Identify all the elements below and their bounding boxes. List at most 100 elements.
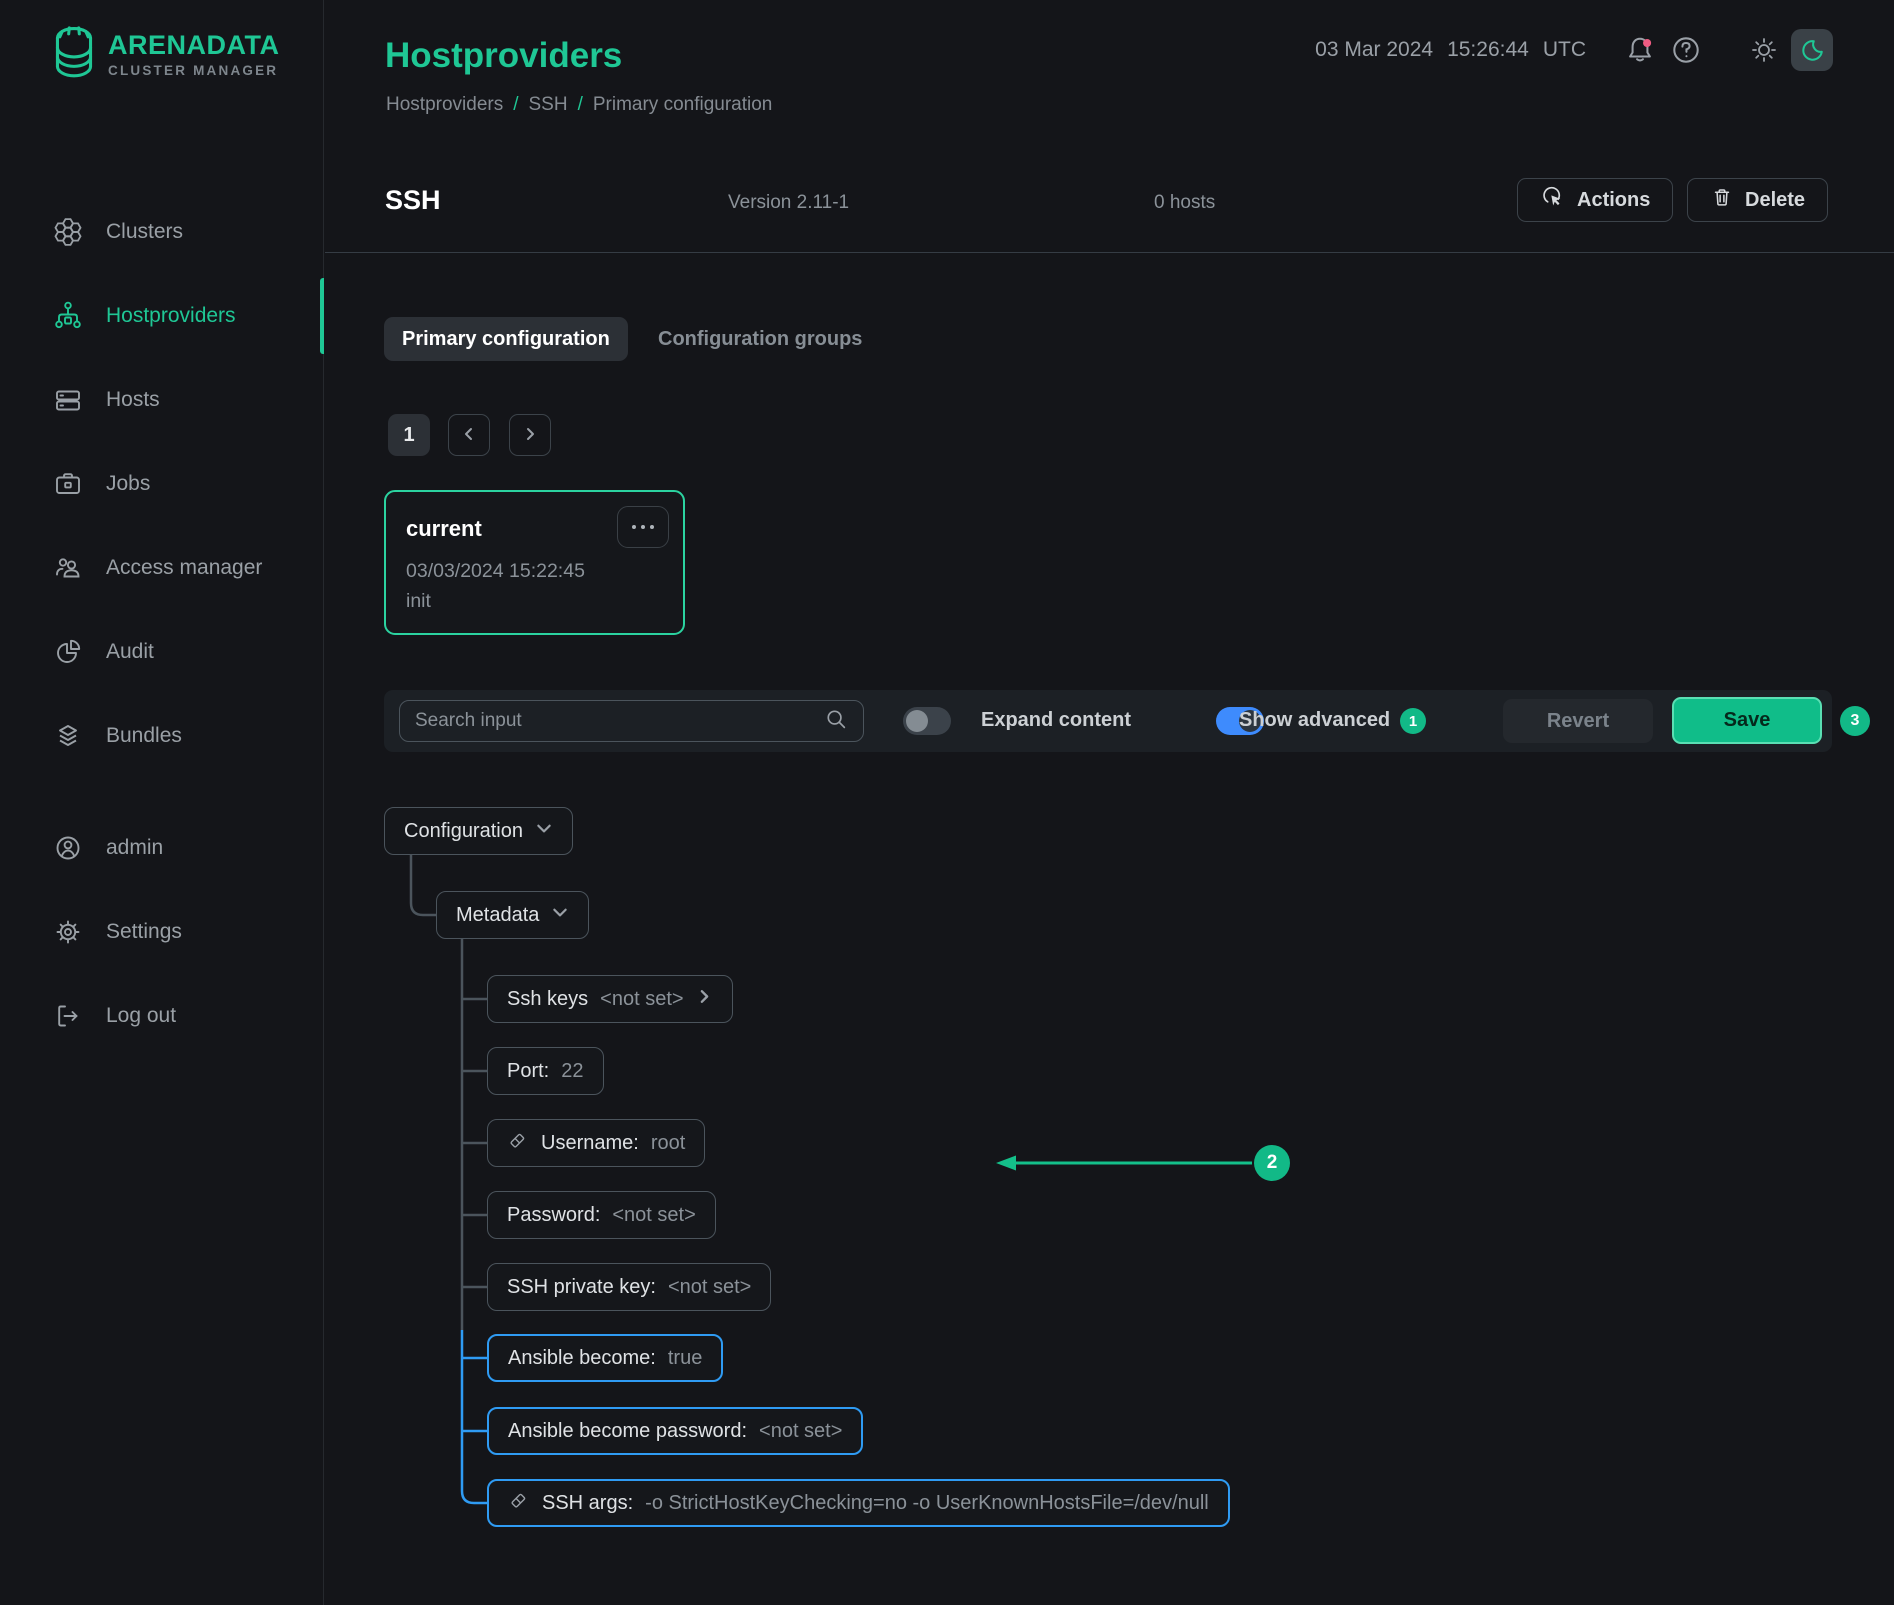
clusters-icon <box>52 216 84 248</box>
field-label: Ssh keys <box>507 988 588 1011</box>
tab-primary-configuration[interactable]: Primary configuration <box>384 317 628 361</box>
sidebar-item-logout[interactable]: Log out <box>0 974 324 1058</box>
entity-hosts-count: 0 hosts <box>1154 192 1215 214</box>
sidebar-item-access-manager[interactable]: Access manager <box>0 526 324 610</box>
revert-button[interactable]: Revert <box>1503 699 1653 743</box>
datetime: 03 Mar 2024 15:26:44 UTC <box>1315 38 1586 62</box>
field-value: <not set> <box>600 988 683 1011</box>
chevron-down-icon <box>551 903 569 927</box>
sidebar-item-clusters[interactable]: Clusters <box>0 190 324 274</box>
sidebar-item-bundles[interactable]: Bundles <box>0 694 324 778</box>
database-logo-icon <box>48 20 100 87</box>
breadcrumb-item[interactable]: Hostproviders <box>386 94 503 116</box>
light-theme-sun-icon[interactable] <box>1748 34 1780 66</box>
dark-theme-moon-icon[interactable] <box>1791 29 1833 71</box>
tree-field-ssh-private-key[interactable]: SSH private key: <not set> <box>487 1263 771 1311</box>
expand-content-label: Expand content <box>981 709 1131 732</box>
tree-node-configuration[interactable]: Configuration <box>384 807 573 855</box>
breadcrumb: Hostproviders / SSH / Primary configurat… <box>386 94 772 116</box>
sidebar-item-audit[interactable]: Audit <box>0 610 324 694</box>
annotation-step-badge: 2 <box>1254 1145 1290 1181</box>
annotation-arrow <box>990 1148 1260 1178</box>
header-divider <box>325 252 1894 253</box>
pagination-page-1[interactable]: 1 <box>388 414 430 456</box>
tree-field-port[interactable]: Port: 22 <box>487 1047 604 1095</box>
field-value: 22 <box>561 1060 583 1083</box>
brand-name: ARENADATA <box>108 30 279 61</box>
tree-field-username[interactable]: Username: root <box>487 1119 705 1167</box>
hostproviders-icon <box>52 300 84 332</box>
config-version-card-current[interactable]: current 03/03/2024 15:22:45 init <box>384 490 685 635</box>
eraser-icon <box>507 1129 529 1157</box>
node-label: Metadata <box>456 904 539 927</box>
tree-field-ansible-become[interactable]: Ansible become: true <box>487 1334 723 1382</box>
chevron-down-icon <box>535 819 553 843</box>
sidebar-item-settings[interactable]: Settings <box>0 890 324 974</box>
time-text: 15:26:44 <box>1447 38 1529 62</box>
sidebar-item-label: Settings <box>106 920 182 944</box>
sidebar-item-hostproviders[interactable]: Hostproviders <box>0 274 324 358</box>
sidebar-item-hosts[interactable]: Hosts <box>0 358 324 442</box>
bundles-icon <box>52 720 84 752</box>
sidebar: ARENADATA CLUSTER MANAGER Clusters Hos <box>0 0 324 1605</box>
delete-button-label: Delete <box>1745 189 1805 212</box>
entity-name: SSH <box>385 185 441 216</box>
tree-field-ssh-args[interactable]: SSH args: -o StrictHostKeyChecking=no -o… <box>487 1479 1230 1527</box>
audit-icon <box>52 636 84 668</box>
breadcrumb-separator: / <box>578 94 583 116</box>
timezone-text: UTC <box>1543 38 1586 62</box>
field-label: SSH private key: <box>507 1276 656 1299</box>
arenadata-logo[interactable]: ARENADATA CLUSTER MANAGER <box>48 20 279 87</box>
chevron-right-icon <box>522 426 538 445</box>
search-input[interactable] <box>415 710 823 732</box>
field-value: -o StrictHostKeyChecking=no -o UserKnown… <box>645 1492 1209 1515</box>
field-label: Password: <box>507 1204 600 1227</box>
topbar-right: 03 Mar 2024 15:26:44 UTC <box>1315 28 1833 72</box>
breadcrumb-item[interactable]: SSH <box>529 94 568 116</box>
field-label: SSH args: <box>542 1492 633 1515</box>
pagination-prev-button[interactable] <box>448 414 490 456</box>
sidebar-item-jobs[interactable]: Jobs <box>0 442 324 526</box>
search-icon <box>823 706 849 737</box>
field-label: Ansible become: <box>508 1347 656 1370</box>
sidebar-item-label: admin <box>106 836 163 860</box>
date-text: 03 Mar 2024 <box>1315 38 1433 62</box>
trash-icon <box>1710 185 1734 215</box>
actions-click-icon <box>1540 184 1566 216</box>
page-title: Hostproviders <box>385 36 622 76</box>
tab-configuration-groups[interactable]: Configuration groups <box>640 317 880 361</box>
sidebar-item-label: Clusters <box>106 220 183 244</box>
delete-button[interactable]: Delete <box>1687 178 1828 222</box>
save-button[interactable]: Save <box>1672 697 1822 744</box>
field-label: Port: <box>507 1060 549 1083</box>
logout-icon <box>52 1000 84 1032</box>
breadcrumb-item: Primary configuration <box>593 94 773 116</box>
tree-node-metadata[interactable]: Metadata <box>436 891 589 939</box>
version-card-menu-button[interactable] <box>617 506 669 548</box>
pagination-next-button[interactable] <box>509 414 551 456</box>
field-label: Ansible become password: <box>508 1420 747 1443</box>
field-value: <not set> <box>668 1276 751 1299</box>
expand-content-toggle[interactable] <box>903 707 951 735</box>
sidebar-item-label: Access manager <box>106 556 262 580</box>
brand-subtitle: CLUSTER MANAGER <box>108 63 279 78</box>
tree-field-ansible-become-password[interactable]: Ansible become password: <not set> <box>487 1407 863 1455</box>
hosts-icon <box>52 384 84 416</box>
sidebar-item-label: Jobs <box>106 472 150 496</box>
field-value: <not set> <box>759 1420 842 1443</box>
chevron-left-icon <box>461 426 477 445</box>
sidebar-item-label: Log out <box>106 1004 176 1028</box>
tree-field-password[interactable]: Password: <not set> <box>487 1191 716 1239</box>
breadcrumb-separator: / <box>513 94 518 116</box>
user-icon <box>52 832 84 864</box>
tab-label: Configuration groups <box>658 328 862 351</box>
field-value: <not set> <box>612 1204 695 1227</box>
actions-button[interactable]: Actions <box>1517 178 1673 222</box>
show-advanced-badge: 1 <box>1400 708 1426 734</box>
jobs-icon <box>52 468 84 500</box>
notifications-bell-icon[interactable] <box>1622 32 1658 68</box>
sidebar-item-admin[interactable]: admin <box>0 806 324 890</box>
help-icon[interactable] <box>1668 32 1704 68</box>
tree-field-ssh-keys[interactable]: Ssh keys <not set> <box>487 975 733 1023</box>
field-label: Username: <box>541 1132 639 1155</box>
